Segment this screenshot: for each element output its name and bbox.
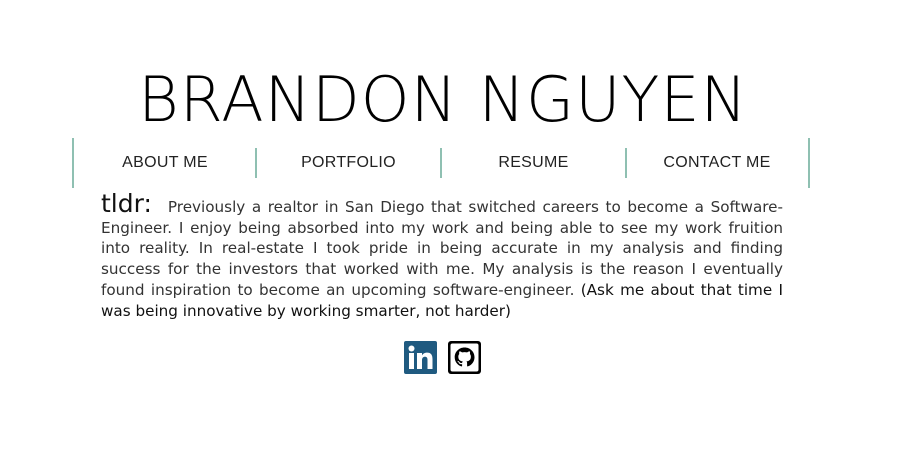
- page: BRANDON NGUYEN ABOUT ME PORTFOLIO RESUME…: [0, 0, 912, 475]
- github-icon: [448, 341, 481, 374]
- github-link[interactable]: [448, 341, 481, 374]
- tldr-label: tldr:: [101, 189, 152, 218]
- page-title: BRANDON NGUYEN: [138, 63, 748, 136]
- linkedin-icon: [404, 341, 437, 374]
- nav-item-contact-me[interactable]: CONTACT ME: [627, 152, 807, 174]
- nav-item-resume[interactable]: RESUME: [442, 152, 625, 174]
- main-nav: ABOUT ME PORTFOLIO RESUME CONTACT ME: [72, 138, 810, 188]
- nav-right-border: [808, 138, 810, 188]
- social-links: [404, 341, 481, 374]
- nav-item-portfolio[interactable]: PORTFOLIO: [257, 152, 440, 174]
- nav-item-about-me[interactable]: ABOUT ME: [74, 152, 256, 174]
- linkedin-link[interactable]: [404, 341, 437, 374]
- about-paragraph: tldr: Previously a realtor in San Diego t…: [101, 191, 783, 321]
